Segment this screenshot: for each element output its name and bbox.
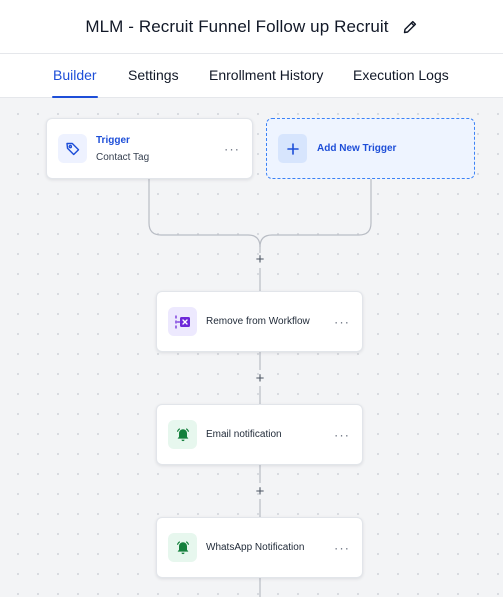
more-horizontal-icon[interactable]: ··· [224, 142, 240, 155]
add-step-button[interactable]: + [252, 251, 268, 267]
trigger-subtitle: Contact Tag [96, 151, 150, 163]
tab-settings[interactable]: Settings [128, 54, 179, 97]
tag-icon [58, 134, 87, 163]
tab-builder[interactable]: Builder [52, 54, 98, 98]
add-new-trigger-button[interactable]: Add New Trigger [266, 118, 475, 179]
tab-execution-logs[interactable]: Execution Logs [353, 54, 449, 97]
action-label: WhatsApp Notification [206, 542, 305, 553]
action-label: Email notification [206, 429, 282, 440]
workflow-header: MLM - Recruit Funnel Follow up Recruit [0, 0, 503, 54]
pencil-icon[interactable] [402, 19, 418, 35]
plus-icon [278, 134, 307, 163]
action-card-remove-from-workflow[interactable]: Remove from Workflow ··· [156, 291, 363, 352]
remove-workflow-icon [168, 307, 197, 336]
trigger-card[interactable]: Trigger Contact Tag ··· [46, 118, 253, 179]
add-step-button[interactable]: + [252, 483, 268, 499]
more-horizontal-icon[interactable]: ··· [334, 541, 350, 554]
tab-enrollment-history[interactable]: Enrollment History [209, 54, 323, 97]
more-horizontal-icon[interactable]: ··· [334, 428, 350, 441]
more-horizontal-icon[interactable]: ··· [334, 315, 350, 328]
tab-bar: Builder Settings Enrollment History Exec… [0, 54, 503, 98]
workflow-title: MLM - Recruit Funnel Follow up Recruit [85, 16, 389, 36]
add-trigger-label: Add New Trigger [317, 143, 397, 154]
bell-icon [168, 420, 197, 449]
action-label: Remove from Workflow [206, 316, 310, 327]
action-card-whatsapp-notification[interactable]: WhatsApp Notification ··· [156, 517, 363, 578]
action-card-email-notification[interactable]: Email notification ··· [156, 404, 363, 465]
add-step-button[interactable]: + [252, 370, 268, 386]
workflow-canvas[interactable]: Trigger Contact Tag ··· Add New Trigger … [0, 98, 503, 597]
bell-icon [168, 533, 197, 562]
trigger-title: Trigger [96, 134, 130, 146]
